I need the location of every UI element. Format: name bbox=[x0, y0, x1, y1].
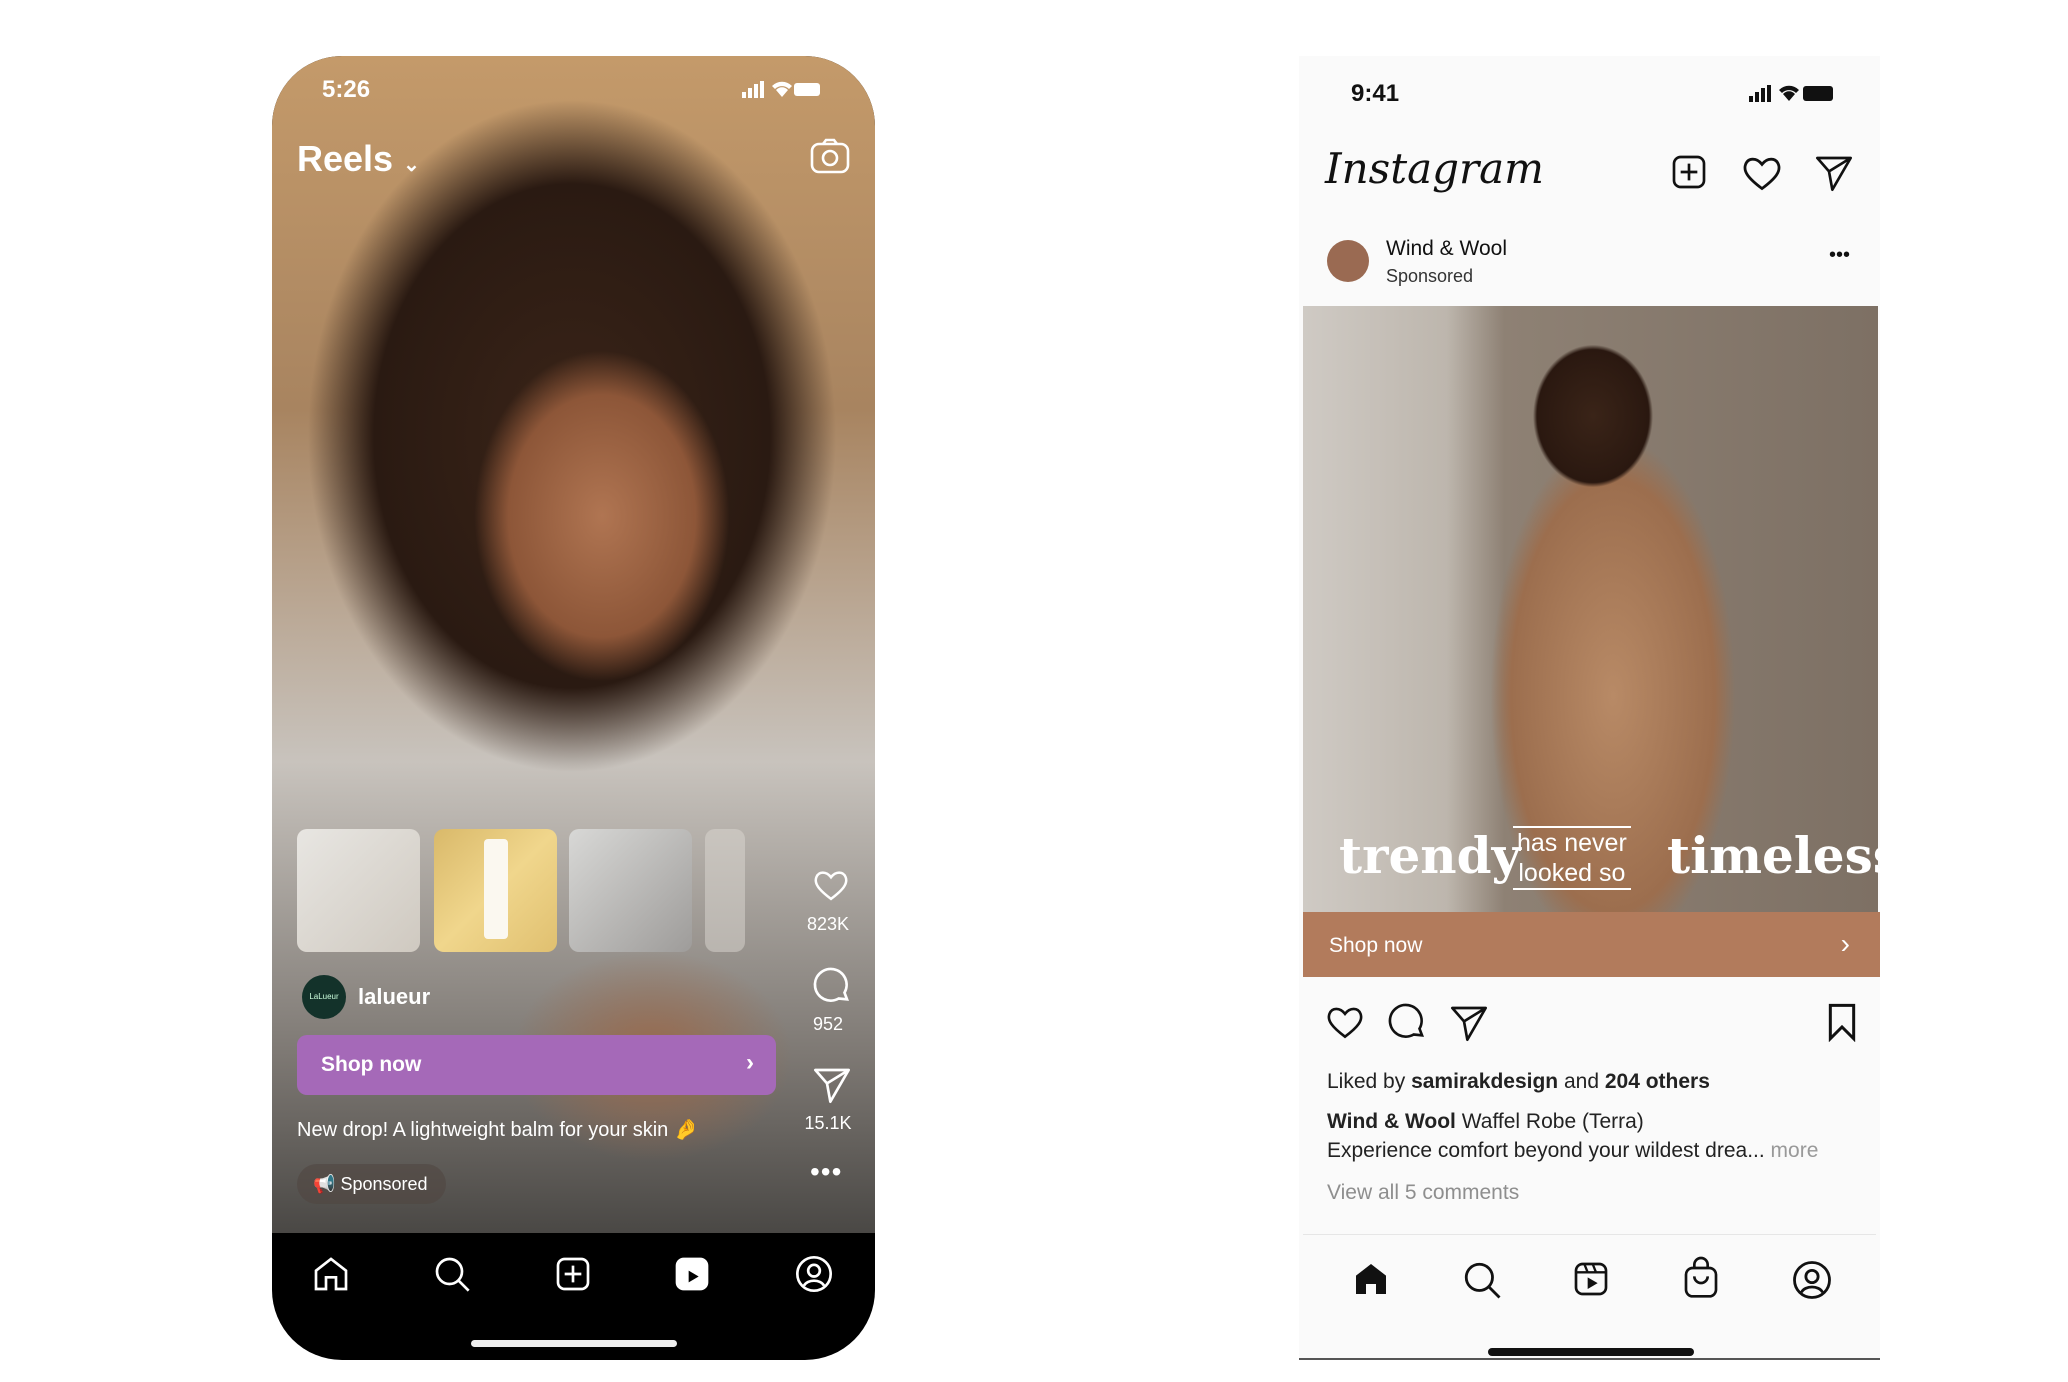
profile-icon[interactable] bbox=[794, 1254, 834, 1294]
instagram-logo[interactable]: Instagram bbox=[1325, 144, 1544, 193]
caption-product: Waffel Robe (Terra) bbox=[1455, 1110, 1644, 1133]
avatar[interactable]: LaLueur bbox=[302, 975, 346, 1019]
search-icon[interactable] bbox=[1461, 1259, 1503, 1301]
feed-phone: 9:41 Instagram Wind & Wool Sponsored •••… bbox=[1299, 56, 1901, 1360]
search-icon[interactable] bbox=[432, 1254, 472, 1294]
like-icon[interactable] bbox=[1325, 1004, 1365, 1040]
shop-now-label: Shop now bbox=[321, 1053, 422, 1076]
divider bbox=[1303, 1234, 1876, 1235]
home-indicator bbox=[1488, 1348, 1694, 1356]
megaphone-icon: 📢 bbox=[313, 1174, 336, 1194]
reels-phone: 5:26 Reels ⌄ 823K 952 15.1K ••• LaLueur … bbox=[272, 56, 875, 1360]
status-time: 5:26 bbox=[322, 76, 371, 103]
sponsored-label: Sponsored bbox=[1386, 266, 1474, 286]
product-thumbnail[interactable] bbox=[434, 829, 557, 952]
comment-icon[interactable] bbox=[812, 966, 852, 1006]
likes-summary: Liked by samirakdesign and 204 others bbox=[1327, 1070, 1710, 1094]
avatar-logo-text: LaLueur bbox=[309, 992, 339, 1001]
liked-prefix: Liked by bbox=[1327, 1070, 1412, 1093]
caption: New drop! A lightweight balm for your sk… bbox=[297, 1119, 699, 1141]
notifications-heart-icon[interactable] bbox=[1741, 154, 1783, 192]
camera-icon[interactable] bbox=[810, 138, 850, 174]
direct-messages-icon[interactable] bbox=[1814, 154, 1854, 192]
likes-count-link[interactable]: 204 others bbox=[1605, 1070, 1710, 1093]
sponsored-badge[interactable]: 📢 Sponsored bbox=[297, 1164, 446, 1204]
home-icon[interactable] bbox=[1351, 1259, 1391, 1299]
liked-user-link[interactable]: samirakdesign bbox=[1411, 1070, 1558, 1093]
caption-user[interactable]: Wind & Wool bbox=[1327, 1110, 1456, 1133]
product-thumbnail[interactable] bbox=[297, 829, 420, 952]
overlay-text-middle: looked so bbox=[1518, 859, 1626, 887]
post-image[interactable]: trendy has never looked so timeless bbox=[1303, 306, 1901, 912]
shop-icon[interactable] bbox=[1681, 1256, 1721, 1300]
comment-icon[interactable] bbox=[1387, 1002, 1427, 1042]
bookmark-icon[interactable] bbox=[1825, 1002, 1859, 1042]
sponsored-label: Sponsored bbox=[340, 1174, 428, 1194]
share-icon[interactable] bbox=[1449, 1004, 1489, 1042]
reels-icon[interactable] bbox=[1571, 1259, 1611, 1299]
liked-mid: and bbox=[1558, 1070, 1605, 1093]
view-comments-link[interactable]: View all 5 comments bbox=[1327, 1181, 1519, 1205]
chevron-right-icon: › bbox=[1840, 928, 1850, 959]
create-icon[interactable] bbox=[1669, 152, 1709, 192]
status-time: 9:41 bbox=[1351, 80, 1400, 107]
heart-icon[interactable] bbox=[812, 868, 850, 902]
caption-body: Experience comfort beyond your wildest d… bbox=[1327, 1139, 1765, 1162]
create-icon[interactable] bbox=[553, 1254, 593, 1294]
reels-title-label: Reels bbox=[297, 138, 394, 179]
reels-title[interactable]: Reels ⌄ bbox=[297, 138, 420, 180]
overlay-text-middle: has never bbox=[1517, 829, 1627, 857]
caption-text: Experience comfort beyond your wildest d… bbox=[1327, 1139, 1818, 1163]
comments-count: 952 bbox=[812, 1014, 844, 1034]
status-icons bbox=[1749, 85, 1833, 102]
avatar[interactable] bbox=[1327, 240, 1369, 282]
home-indicator bbox=[471, 1340, 677, 1347]
home-icon[interactable] bbox=[311, 1254, 351, 1294]
reels-icon[interactable] bbox=[672, 1254, 712, 1294]
more-options-icon[interactable]: ••• bbox=[1829, 244, 1850, 267]
more-options-icon[interactable]: ••• bbox=[810, 1156, 842, 1188]
overlay-text-right: timeless bbox=[1667, 826, 1901, 885]
more-link[interactable]: more bbox=[1765, 1139, 1819, 1162]
chevron-right-icon: › bbox=[746, 1049, 754, 1076]
shop-now-label: Shop now bbox=[1329, 934, 1423, 957]
account-name[interactable]: Wind & Wool bbox=[1386, 237, 1507, 261]
shop-now-button[interactable]: Shop now › bbox=[1303, 912, 1880, 977]
product-thumbnail[interactable] bbox=[705, 829, 745, 952]
caption-title: Wind & Wool Waffel Robe (Terra) bbox=[1327, 1110, 1644, 1134]
chevron-down-icon: ⌄ bbox=[403, 154, 420, 176]
overlay-text-left: trendy bbox=[1339, 826, 1521, 885]
account-name[interactable]: lalueur bbox=[358, 984, 430, 1010]
shop-now-button[interactable]: Shop now › bbox=[297, 1035, 776, 1095]
likes-count: 823K bbox=[806, 914, 850, 934]
product-thumbnail[interactable] bbox=[569, 829, 692, 952]
share-icon[interactable] bbox=[812, 1066, 852, 1104]
profile-icon[interactable] bbox=[1791, 1259, 1833, 1301]
status-icons bbox=[742, 81, 820, 98]
shares-count: 15.1K bbox=[804, 1113, 852, 1133]
